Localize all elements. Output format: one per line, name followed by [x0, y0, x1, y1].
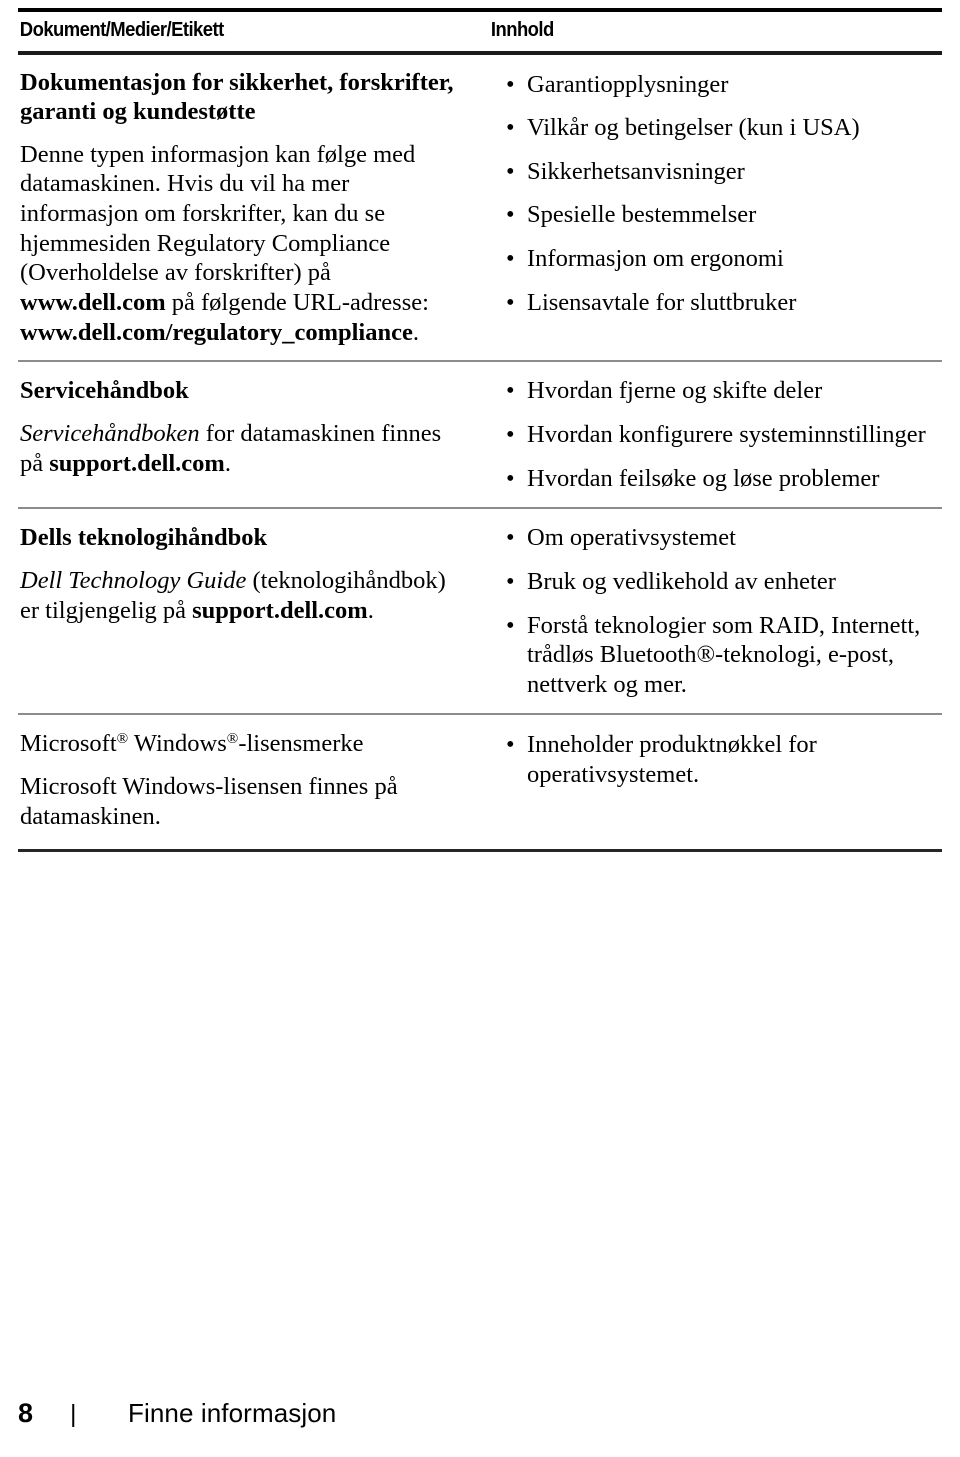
bullet-icon: •	[506, 611, 515, 639]
document-page: Dokument/Medier/Etikett Innhold Dokument…	[0, 0, 960, 1457]
column-header-document-media-label: Dokument/Medier/Etikett	[19, 18, 224, 41]
row-4-body: Microsoft Windows-lisensen finnes på dat…	[20, 773, 398, 830]
row-1-body-text-3: .	[412, 318, 419, 346]
row-2-bullet-list: • Hvordan fjerne og skifte deler • Hvordan…	[488, 376, 934, 493]
list-item-label: Hvordan fjerne og skifte deler	[527, 377, 823, 405]
footer-page-number: 8	[18, 1398, 34, 1428]
registered-trademark-icon: ®	[226, 730, 239, 748]
table-header-row: Dokument/Medier/Etikett Innhold	[18, 12, 942, 51]
row-4-document-cell: Microsoft® Windows®-lisensmerke Microsof…	[18, 715, 488, 849]
row-2-document-cell: Servicehåndbok Servicehåndboken for data…	[18, 362, 488, 492]
row-3-body: Dell Technology Guide (teknologihåndbok)…	[20, 566, 462, 625]
table-row: Microsoft® Windows®-lisensmerke Microsof…	[18, 715, 942, 849]
list-item: • Sikkerhetsanvisninger	[488, 157, 934, 187]
row-1-bullet-list: • Garantiopplysninger • Vilkår og betingel…	[488, 70, 934, 318]
row-3-body-text-2: .	[367, 596, 374, 624]
list-item-label: Vilkår og betingelser (kun i USA)	[527, 114, 860, 142]
list-item: • Lisensavtale for sluttbruker	[488, 288, 934, 318]
list-item-label: Garantiopplysninger	[527, 70, 729, 98]
row-3-heading: Dells teknologihåndbok	[20, 524, 268, 552]
row-3-bullet-list: • Om operativsystemet • Bruk og vedlikehol…	[488, 523, 934, 699]
row-4-heading-microsoft: Microsoft	[20, 730, 117, 758]
list-item: • Hvordan konfigurere systeminnstillinger	[488, 420, 934, 450]
row-4-bullet-list: • Inneholder produktnøkkel for operativsy…	[488, 730, 934, 789]
row-4-heading-windows: Windows	[128, 730, 227, 758]
list-item-label: Spesielle bestemmelser	[527, 201, 757, 229]
row-1-contents-cell: • Garantiopplysninger • Vilkår og betingel…	[488, 55, 942, 332]
table-row: Servicehåndbok Servicehåndboken for data…	[18, 362, 942, 507]
bullet-icon: •	[506, 157, 515, 185]
list-item: • Garantiopplysninger	[488, 70, 934, 100]
list-item-label: Informasjon om ergonomi	[527, 245, 784, 273]
bullet-icon: •	[506, 524, 515, 552]
bullet-icon: •	[506, 114, 515, 142]
bullet-icon: •	[506, 731, 515, 759]
list-item: • Inneholder produktnøkkel for operativsy…	[488, 730, 934, 789]
table-bottom-rule	[18, 849, 942, 853]
table-row: Dokumentasjon for sikkerhet, forskrifter…	[18, 55, 942, 361]
row-1-body-text-2: på følgende URL-adresse:	[165, 289, 429, 317]
row-1-body: Denne typen informasjon kan følge med da…	[20, 140, 462, 347]
footer-section-title: Finne informasjon	[128, 1398, 337, 1428]
bullet-icon: •	[506, 420, 515, 448]
list-item-label: Forstå teknologier som RAID, Internett, …	[527, 611, 921, 698]
row-1-heading: Dokumentasjon for sikkerhet, forskrifter…	[20, 68, 454, 126]
row-4-heading: Microsoft® Windows®-lisensmerke	[20, 729, 462, 759]
row-2-contents-cell: • Hvordan fjerne og skifte deler • Hvordan…	[488, 362, 942, 507]
list-item: • Vilkår og betingelser (kun i USA)	[488, 113, 934, 143]
column-header-contents: Innhold	[490, 18, 554, 41]
bullet-icon: •	[506, 377, 515, 405]
list-item-label: Om operativsystemet	[527, 524, 736, 552]
list-item: • Hvordan feilsøke og løse problemer	[488, 464, 934, 494]
list-item-label: Lisensavtale for sluttbruker	[527, 288, 797, 316]
list-item-label: Inneholder produktnøkkel for operativsys…	[527, 731, 817, 789]
bullet-icon: •	[506, 464, 515, 492]
row-1-url-1: www.dell.com	[20, 289, 166, 317]
list-item: • Bruk og vedlikehold av enheter	[488, 567, 934, 597]
row-2-body-italic: Servicehåndboken	[20, 419, 200, 447]
footer-separator: |	[70, 1400, 77, 1428]
list-item-label: Hvordan konfigurere systeminnstillinger	[527, 420, 926, 448]
bullet-icon: •	[506, 567, 515, 595]
page-footer: 8 | Finne informasjon	[18, 1398, 336, 1429]
list-item-label: Bruk og vedlikehold av enheter	[527, 567, 836, 595]
row-4-contents-cell: • Inneholder produktnøkkel for operativsy…	[488, 715, 942, 803]
bullet-icon: •	[506, 288, 515, 316]
registered-trademark-icon: ®	[116, 730, 129, 748]
bullet-icon: •	[506, 245, 515, 273]
row-4-heading-suffix: -lisensmerke	[238, 730, 364, 758]
row-2-heading: Servicehåndbok	[20, 377, 189, 405]
list-item: • Spesielle bestemmelser	[488, 200, 934, 230]
row-1-document-cell: Dokumentasjon for sikkerhet, forskrifter…	[18, 55, 488, 361]
row-3-contents-cell: • Om operativsystemet • Bruk og vedlikehol…	[488, 509, 942, 713]
list-item-label: Hvordan feilsøke og løse problemer	[527, 464, 880, 492]
bullet-icon: •	[506, 70, 515, 98]
row-2-url-1: support.dell.com	[49, 449, 225, 477]
list-item: • Forstå teknologier som RAID, Internett,…	[488, 611, 934, 700]
row-1-body-text-1: Denne typen informasjon kan følge med da…	[20, 140, 416, 287]
row-2-body: Servicehåndboken for datamaskinen finnes…	[20, 419, 462, 478]
bullet-icon: •	[506, 201, 515, 229]
find-information-table: Dokument/Medier/Etikett Innhold Dokument…	[18, 8, 942, 853]
row-3-url-1: support.dell.com	[192, 596, 368, 624]
list-item: • Om operativsystemet	[488, 523, 934, 553]
list-item: • Informasjon om ergonomi	[488, 244, 934, 274]
row-3-body-italic: Dell Technology Guide	[20, 566, 247, 594]
row-2-body-text-2: .	[224, 449, 231, 477]
list-item-label: Sikkerhetsanvisninger	[527, 157, 745, 185]
row-3-document-cell: Dells teknologihåndbok Dell Technology G…	[18, 509, 488, 641]
table-row: Dells teknologihåndbok Dell Technology G…	[18, 509, 942, 713]
list-item: • Hvordan fjerne og skifte deler	[488, 376, 934, 406]
row-1-url-2: www.dell.com/regulatory_compliance	[20, 318, 413, 346]
